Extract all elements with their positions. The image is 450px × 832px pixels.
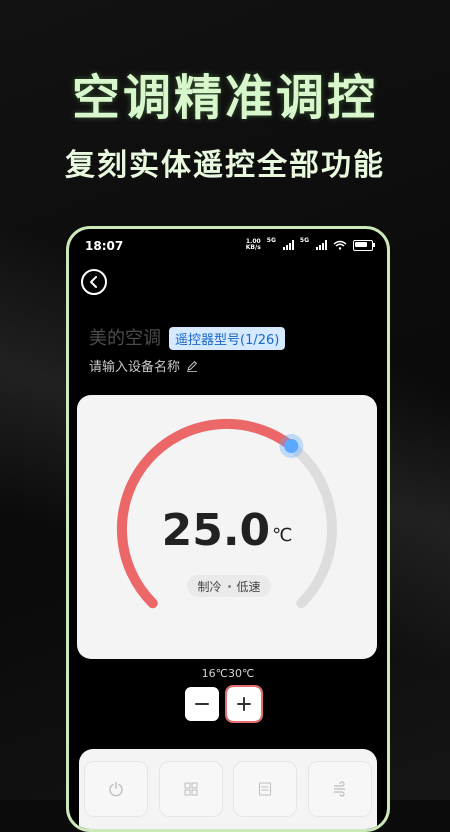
signal-5g-label-1: 5G (266, 236, 276, 244)
signal-icon (316, 240, 327, 250)
phone-frame: 18:07 1.00 KB/s 5G 5G 美的空调 遥控器型号(1/26) 请… (66, 226, 390, 832)
power-button[interactable] (84, 761, 149, 817)
chevron-left-icon (90, 276, 97, 288)
signal-icon (282, 240, 294, 250)
temperature-unit: ℃ (272, 525, 293, 546)
device-name-placeholder: 请输入设备名称 (89, 360, 181, 375)
device-name-input[interactable]: 请输入设备名称 (89, 356, 198, 375)
wind-icon (333, 781, 345, 797)
mode-button[interactable] (158, 761, 223, 817)
wind-button[interactable] (307, 761, 372, 817)
power-icon (109, 781, 123, 797)
temperature-range: 16℃30℃ (69, 667, 387, 680)
control-panel (79, 749, 377, 829)
status-icons: 1.00 KB/s 5G 5G (245, 236, 375, 251)
temperature-display: 25.0 ℃ (77, 505, 377, 556)
network-speed: 1.00 KB/s (245, 238, 261, 251)
status-bar: 18:07 1.00 KB/s 5G 5G (85, 236, 375, 255)
mode-fan-chip[interactable]: 制冷 低速 (187, 575, 271, 597)
wifi-icon (333, 240, 347, 250)
menu-button[interactable] (233, 761, 298, 817)
pencil-icon[interactable] (186, 360, 198, 372)
temperature-stepper (185, 685, 263, 723)
signal-5g-label-2: 5G (299, 236, 309, 244)
list-icon (259, 782, 272, 796)
remote-model-badge[interactable]: 遥控器型号(1/26) (169, 327, 286, 350)
dial-knob[interactable] (284, 439, 299, 454)
promo-title: 空调精准调控 (71, 70, 378, 126)
plus-icon (237, 697, 251, 711)
battery-icon (353, 239, 375, 251)
back-button[interactable] (81, 269, 107, 295)
device-name: 美的空调 (89, 328, 161, 349)
grid-icon (184, 782, 198, 796)
status-time: 18:07 (85, 239, 124, 253)
increase-temp-button[interactable] (225, 685, 263, 723)
range-min: 16℃ (201, 667, 228, 680)
decrease-temp-button[interactable] (185, 687, 219, 721)
thermostat-card: 25.0 ℃ 制冷 低速 (77, 395, 377, 659)
fan-label: 低速 (236, 579, 261, 594)
temperature-value: 25.0 (161, 505, 271, 556)
separator-dot (227, 584, 231, 588)
promo-subtitle: 复刻实体遥控全部功能 (65, 148, 385, 183)
minus-icon (195, 703, 209, 705)
range-max: 30℃ (228, 667, 255, 680)
mode-label: 制冷 (197, 579, 222, 594)
